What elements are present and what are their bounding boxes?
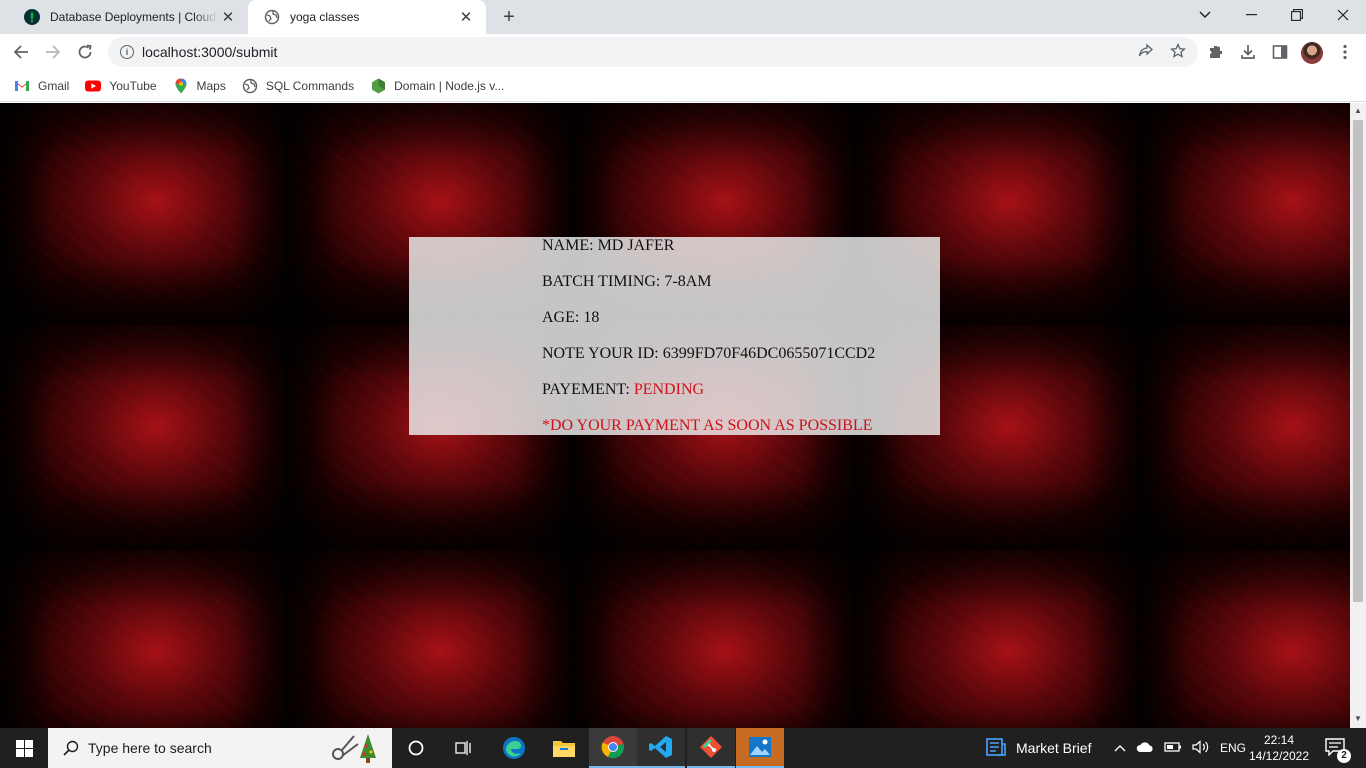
cortana-icon[interactable]: [392, 728, 440, 768]
new-tab-button[interactable]: +: [496, 5, 522, 29]
batch-timing-row: BATCH TIMING: 7-8AM: [542, 273, 712, 290]
onedrive-icon[interactable]: [1136, 741, 1154, 756]
batch-timing-value: 7-8AM: [664, 273, 712, 290]
browser-toolbar: i localhost:3000/submit: [0, 34, 1366, 70]
name-value: MD JAFER: [597, 237, 675, 254]
bookmark-maps[interactable]: Maps: [173, 78, 226, 94]
payment-row: PAYEMENT: PENDING: [542, 381, 705, 398]
nodejs-icon: [370, 78, 386, 94]
windows-icon: [15, 739, 33, 757]
file-explorer-icon[interactable]: [540, 728, 588, 768]
tab-title: yoga classes: [290, 10, 360, 24]
bookmarks-bar: Gmail YouTube Maps SQL Commands Domain |…: [0, 70, 1366, 102]
close-window-button[interactable]: [1320, 0, 1366, 30]
search-highlight-icon: [320, 730, 384, 768]
chevron-up-icon[interactable]: [1114, 741, 1126, 755]
bookmark-star-icon[interactable]: [1169, 42, 1187, 63]
page-viewport: NAME: MD JAFER BATCH TIMING: 7-8AM AGE: …: [0, 103, 1350, 728]
share-icon[interactable]: [1138, 43, 1154, 63]
back-button[interactable]: [6, 37, 36, 67]
news-icon: [986, 737, 1006, 759]
url-text: localhost:3000/submit: [142, 44, 278, 60]
payment-status: PENDING: [633, 381, 705, 398]
close-icon[interactable]: ✕: [218, 7, 238, 27]
clock-date: 14/12/2022: [1248, 749, 1310, 763]
clock[interactable]: 22:14 14/12/2022: [1248, 728, 1310, 768]
tab-strip: Database Deployments | Cloud: MongoDB ✕ …: [0, 0, 1366, 34]
photos-icon[interactable]: [736, 728, 784, 768]
profile-avatar[interactable]: [1301, 42, 1323, 64]
reload-button[interactable]: [70, 37, 100, 67]
windows-taskbar: Type here to search Market Brief ENG 22:…: [0, 728, 1366, 768]
download-icon[interactable]: [1236, 40, 1260, 64]
bookmark-youtube[interactable]: YouTube: [85, 78, 157, 94]
gmail-icon: [14, 78, 30, 94]
background-tile: [0, 325, 284, 550]
volume-icon[interactable]: [1192, 739, 1210, 757]
search-icon: [62, 739, 80, 757]
background-tile: [1136, 550, 1350, 728]
tab-yoga-classes[interactable]: yoga classes ✕: [248, 0, 486, 34]
payment-notice: *DO YOUR PAYMENT AS SOON AS POSSIBLE: [542, 417, 873, 434]
menu-dots-icon[interactable]: [1333, 40, 1357, 64]
age-value: 18: [583, 309, 600, 326]
scroll-up-arrow[interactable]: ▲: [1354, 106, 1362, 115]
site-info-icon[interactable]: i: [120, 45, 134, 59]
notification-icon: 2: [1325, 737, 1351, 763]
globe-icon: [242, 78, 258, 94]
vscode-icon[interactable]: [637, 728, 685, 768]
id-row: NOTE YOUR ID: 6399FD70F46DC0655071CCD2: [542, 345, 876, 362]
background-tile: [1136, 325, 1350, 550]
maps-icon: [173, 78, 189, 94]
mongodb-icon: [24, 9, 40, 25]
restore-button[interactable]: [1274, 0, 1320, 30]
tab-search-icon[interactable]: [1182, 0, 1228, 30]
extensions-icon[interactable]: [1204, 40, 1228, 64]
task-view-icon[interactable]: [440, 728, 488, 768]
chrome-icon[interactable]: [589, 728, 637, 768]
bookmark-gmail[interactable]: Gmail: [14, 78, 69, 94]
git-kraken-icon[interactable]: [687, 728, 735, 768]
background-tile: [0, 550, 284, 728]
background-tile: [0, 103, 284, 325]
tab-database-deployments[interactable]: Database Deployments | Cloud: MongoDB ✕: [8, 0, 248, 34]
background-tile: [852, 550, 1136, 728]
background-tile: [1136, 103, 1350, 325]
minimize-button[interactable]: [1228, 0, 1274, 30]
clock-time: 22:14: [1263, 733, 1295, 747]
system-tray: ENG: [1114, 728, 1246, 768]
start-button[interactable]: [0, 728, 48, 768]
search-placeholder: Type here to search: [88, 740, 212, 756]
bookmark-sql-commands[interactable]: SQL Commands: [242, 78, 354, 94]
edge-icon[interactable]: [490, 728, 538, 768]
notification-center-button[interactable]: 2: [1320, 728, 1351, 768]
background-tile: [568, 550, 852, 728]
page-scrollbar[interactable]: ▲ ▼: [1350, 103, 1366, 728]
taskbar-search[interactable]: Type here to search: [48, 728, 392, 768]
address-bar[interactable]: i localhost:3000/submit: [108, 37, 1198, 67]
side-panel-icon[interactable]: [1268, 40, 1292, 64]
scroll-down-arrow[interactable]: ▼: [1354, 714, 1362, 723]
globe-icon: [264, 9, 280, 25]
background-tile: [284, 550, 568, 728]
tab-title: Database Deployments | Cloud: MongoDB: [50, 10, 218, 24]
language-indicator[interactable]: ENG: [1220, 741, 1246, 755]
submission-card: NAME: MD JAFER BATCH TIMING: 7-8AM AGE: …: [409, 237, 940, 435]
age-row: AGE: 18: [542, 309, 600, 326]
close-icon[interactable]: ✕: [456, 7, 476, 27]
forward-button[interactable]: [38, 37, 68, 67]
widgets-button[interactable]: Market Brief: [986, 728, 1091, 768]
battery-icon[interactable]: [1164, 741, 1182, 756]
youtube-icon: [85, 78, 102, 94]
scrollbar-thumb[interactable]: [1353, 120, 1363, 602]
bookmark-nodejs-domain[interactable]: Domain | Node.js v...: [370, 78, 504, 94]
name-row: NAME: MD JAFER: [542, 237, 675, 254]
id-value: 6399FD70F46DC0655071CCD2: [662, 345, 876, 362]
notification-badge: 2: [1337, 748, 1351, 763]
